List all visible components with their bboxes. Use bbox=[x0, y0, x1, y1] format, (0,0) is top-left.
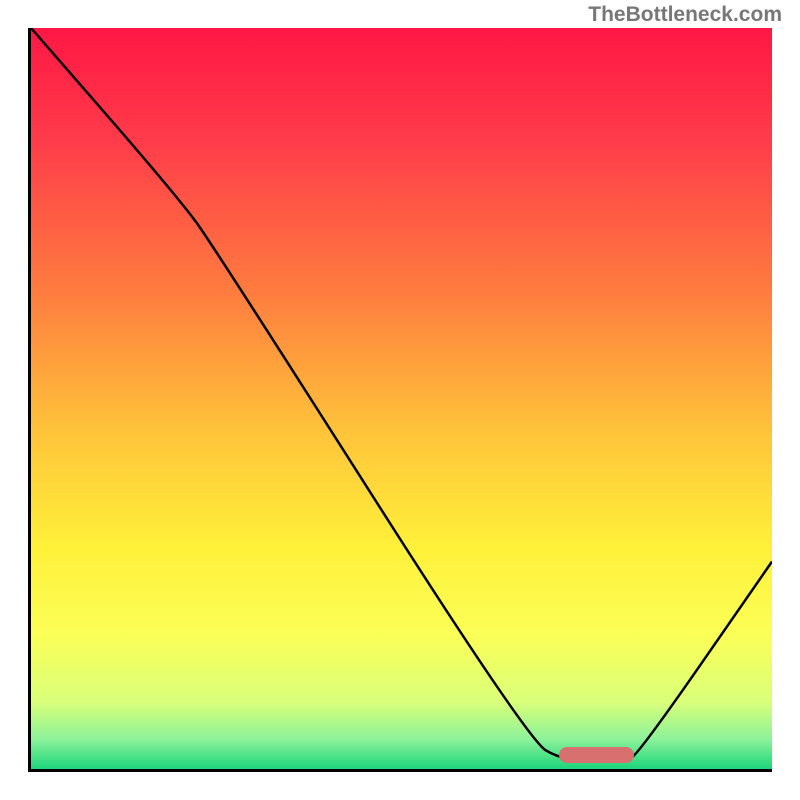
watermark-text: TheBottleneck.com bbox=[588, 3, 782, 27]
optimal-zone-marker bbox=[559, 747, 633, 763]
bottleneck-curve bbox=[31, 28, 772, 769]
chart-plot-area bbox=[28, 28, 772, 772]
